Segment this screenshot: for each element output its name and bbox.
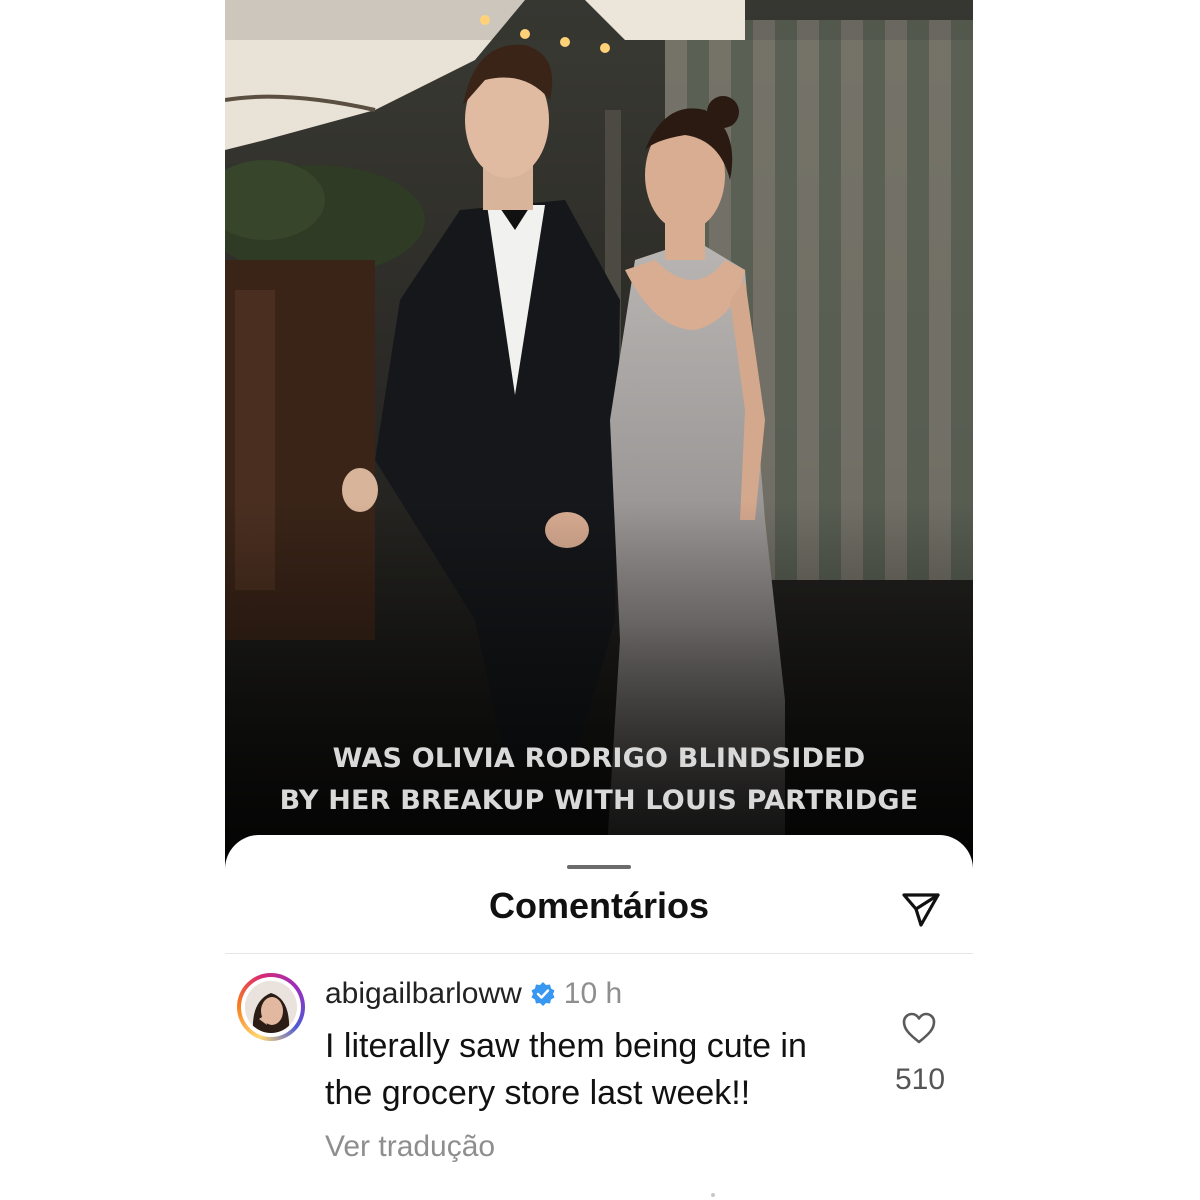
post-headline: WAS OLIVIA RODRIGO BLINDSIDED BY HER BRE…: [225, 738, 973, 822]
comment-text: I literally saw them being cute in the g…: [325, 1023, 885, 1117]
comment-header: abigailbarloww 10 h: [325, 977, 622, 1011]
comment-username[interactable]: abigailbarloww: [325, 977, 522, 1011]
profile-picture: [245, 981, 297, 1033]
avatar-ring-gap: [241, 977, 301, 1037]
headline-line-2: BY HER BREAKUP WITH LOUIS PARTRIDGE: [279, 785, 919, 816]
post-image[interactable]: WAS OLIVIA RODRIGO BLINDSIDED BY HER BRE…: [225, 0, 973, 880]
verified-badge-icon: [531, 982, 555, 1006]
see-translation-link[interactable]: Ver tradução: [325, 1130, 495, 1164]
comment-text-line-1: I literally saw them being cute in: [325, 1027, 807, 1065]
heart-outline-icon[interactable]: [901, 1011, 937, 1045]
avatar-photo: [245, 981, 297, 1033]
paper-plane-icon[interactable]: [899, 887, 943, 931]
drag-handle[interactable]: [567, 865, 631, 869]
sheet-title: Comentários: [488, 885, 710, 926]
comment-text-line-2: the grocery store last week!!: [325, 1074, 751, 1112]
avatar[interactable]: [237, 973, 305, 1041]
comment-time: 10 h: [563, 977, 623, 1010]
sheet-divider: [225, 953, 973, 954]
like-count: 510: [894, 1063, 946, 1096]
comments-sheet: Comentários abigailbarloww 10 h I litera…: [225, 835, 973, 1200]
scroll-indicator: [711, 1193, 715, 1197]
instagram-comments-screen: WAS OLIVIA RODRIGO BLINDSIDED BY HER BRE…: [0, 0, 1200, 1200]
headline-line-1: WAS OLIVIA RODRIGO BLINDSIDED: [332, 743, 866, 774]
